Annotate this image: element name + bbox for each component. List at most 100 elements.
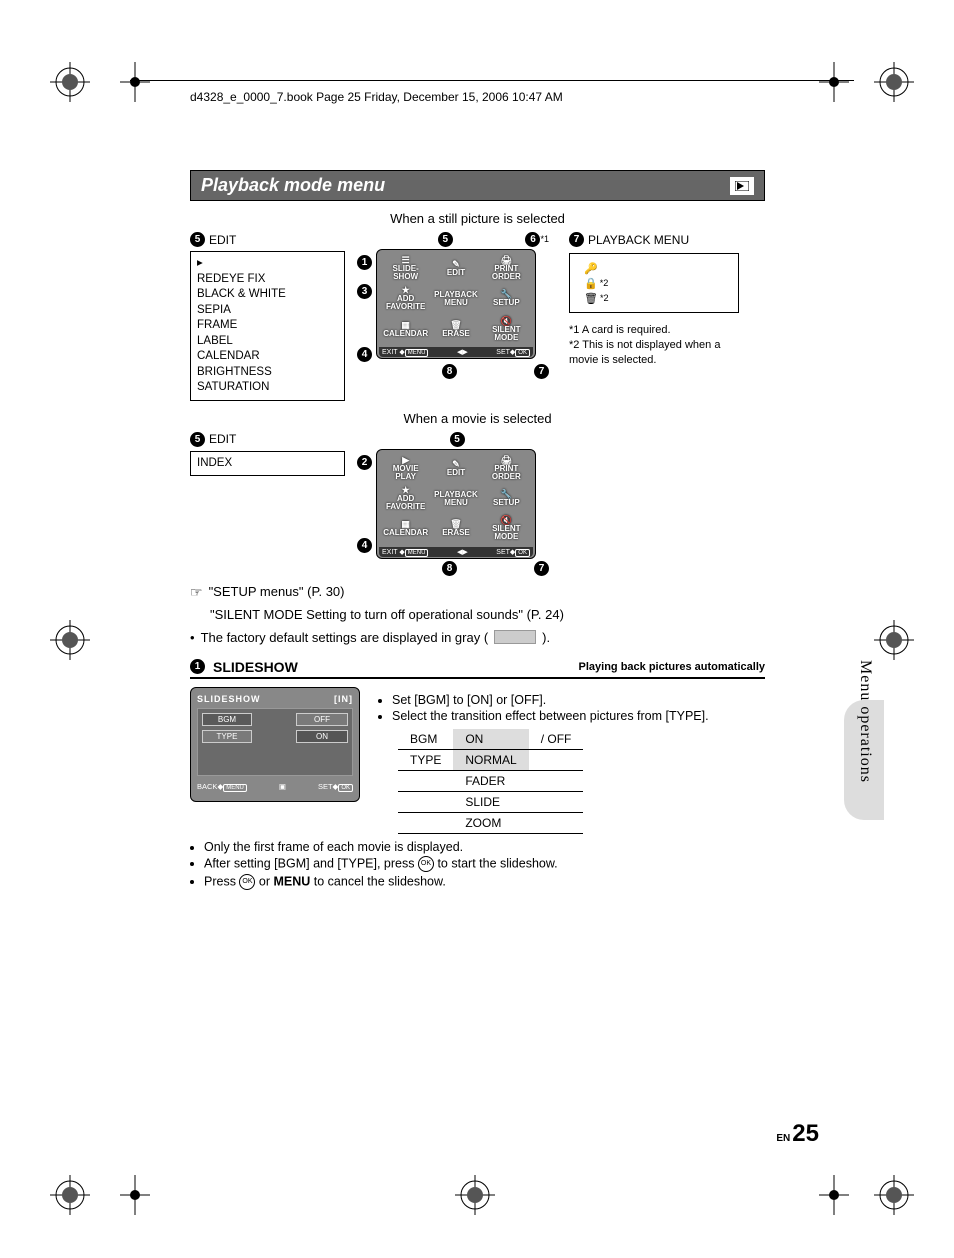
pb-item: 🔒*2 bbox=[584, 277, 738, 290]
ref-line-2: "SILENT MODE Setting to turn off operati… bbox=[210, 607, 765, 622]
callout-5m: 5 bbox=[450, 432, 465, 447]
crop-line-tl bbox=[120, 62, 150, 105]
slideshow-top-bullets: Set [BGM] to [ON] or [OFF]. Select the t… bbox=[374, 693, 765, 723]
lcd-title: SLIDESHOW bbox=[197, 694, 261, 704]
sidebar-label: Menu operations bbox=[856, 660, 874, 783]
section-title-bar: Playback mode menu bbox=[190, 170, 765, 201]
screen-silent: 🔇SILENT MODE bbox=[482, 315, 531, 344]
crop-line-br2 bbox=[819, 1175, 849, 1218]
playback-menu-heading: 7 PLAYBACK MENU bbox=[569, 232, 759, 247]
factory-b: ). bbox=[542, 630, 550, 645]
edit-item: REDEYE FIX bbox=[197, 272, 338, 288]
reg-mark-br bbox=[874, 1175, 914, 1218]
screen-playbackmenu: PLAYBACK MENU bbox=[431, 284, 480, 313]
ref-line-1: ☞ "SETUP menus" (P. 30) bbox=[190, 584, 765, 601]
section-title-text: Playback mode menu bbox=[201, 175, 385, 196]
bullet: Select the transition effect between pic… bbox=[392, 709, 765, 723]
edit-items-box-movie: INDEX bbox=[190, 451, 345, 477]
screen-silent-m: 🔇SILENT MODE bbox=[482, 514, 531, 543]
reg-mark-ml bbox=[50, 620, 90, 663]
edit-label: EDIT bbox=[209, 233, 236, 247]
edit-item: FRAME bbox=[197, 318, 338, 334]
screen-printorder: 🖨PRINT ORDER bbox=[482, 254, 531, 283]
reg-mark-tr bbox=[874, 62, 914, 105]
doc-header: d4328_e_0000_7.book Page 25 Friday, Dece… bbox=[190, 90, 563, 104]
lcd-type: TYPE bbox=[202, 730, 252, 743]
pointer-icon: ☞ bbox=[190, 584, 203, 601]
lcd-off: OFF bbox=[296, 713, 348, 726]
callout-8: 8 bbox=[442, 364, 457, 379]
callout-7: 7 bbox=[534, 364, 549, 379]
callout-row-top: 5 6*1 bbox=[357, 232, 557, 249]
footnotes: *1 A card is required. *2 This is not di… bbox=[569, 323, 759, 368]
callout-8m: 8 bbox=[442, 561, 457, 576]
screen-setup: 🔧SETUP bbox=[482, 284, 531, 313]
section-title: SLIDESHOW bbox=[213, 659, 298, 675]
callout-7-icon: 7 bbox=[569, 232, 584, 247]
callout-2: 2 bbox=[357, 455, 372, 470]
lcd-slideshow: SLIDESHOW [IN] BGM TYPE OFF ON BACK◆MENU… bbox=[190, 687, 360, 802]
callout-5-icon: 5 bbox=[190, 232, 205, 247]
screen-printorder-m: 🖨PRINT ORDER bbox=[482, 454, 531, 483]
reg-mark-bl bbox=[50, 1175, 90, 1218]
callout-4: 4 bbox=[357, 347, 372, 362]
screen-edit-m: ✎EDIT bbox=[431, 454, 480, 483]
bullet: Only the first frame of each movie is di… bbox=[204, 840, 765, 854]
bullet: After setting [BGM] and [TYPE], press OK… bbox=[204, 856, 765, 872]
section-num: 1 bbox=[190, 659, 205, 674]
callout-row-top-movie: 5 bbox=[357, 432, 557, 449]
screen-bottom-bar-m: EXIT ◆MENU ◀▶ SET◆OK bbox=[379, 547, 533, 557]
screen-erase-m: 🗑ERASE bbox=[431, 514, 480, 543]
edit-item: SATURATION bbox=[197, 380, 338, 396]
edit-item: CALENDAR bbox=[197, 349, 338, 365]
screen-slideshow: ☰SLIDE- SHOW bbox=[381, 254, 430, 283]
screen-addfav: ★ADD FAVORITE bbox=[381, 284, 430, 313]
edit-item: LABEL bbox=[197, 334, 338, 350]
edit-item: BRIGHTNESS bbox=[197, 365, 338, 381]
pb-item: 🔑 bbox=[584, 262, 738, 275]
callout-1: 1 bbox=[357, 255, 372, 270]
reg-mark-bc bbox=[455, 1175, 495, 1218]
footnote-1: *1 A card is required. bbox=[569, 323, 759, 338]
pb-item: 🗑*2 bbox=[584, 292, 738, 305]
edit-heading-still: 5 EDIT bbox=[190, 232, 345, 247]
edit-item: INDEX bbox=[197, 456, 338, 472]
gray-swatch bbox=[494, 630, 536, 644]
lcd-on: ON bbox=[296, 730, 348, 743]
caption-movie: When a movie is selected bbox=[190, 411, 765, 426]
playback-menu-label: PLAYBACK MENU bbox=[588, 233, 689, 247]
caption-still: When a still picture is selected bbox=[190, 211, 765, 226]
callout-3: 3 bbox=[357, 284, 372, 299]
lcd-bottom: BACK◆MENU ▣ SET◆OK bbox=[197, 782, 353, 791]
reg-mark-tl bbox=[50, 62, 90, 105]
edit-label-movie: EDIT bbox=[209, 432, 236, 446]
callout-5: 5 bbox=[438, 232, 453, 247]
factory-a: The factory default settings are display… bbox=[201, 630, 489, 645]
menu-screen-still: ☰SLIDE- SHOW ✎EDIT 🖨PRINT ORDER ★ADD FAV… bbox=[376, 249, 536, 359]
edit-heading-movie: 5 EDIT bbox=[190, 432, 345, 447]
callout-5b-icon: 5 bbox=[190, 432, 205, 447]
page-number: EN25 bbox=[776, 1120, 819, 1148]
post-bullets: Only the first frame of each movie is di… bbox=[190, 840, 765, 890]
screen-bottom-bar: EXIT ◆MENU ◀▶ SET◆OK bbox=[379, 347, 533, 357]
crop-line-bl2 bbox=[120, 1175, 150, 1218]
ok-button-icon: OK bbox=[418, 856, 434, 872]
frame-top-line bbox=[130, 80, 854, 81]
page-num: 25 bbox=[792, 1120, 819, 1147]
playback-menu-box: 🔑 🔒*2 🗑*2 bbox=[569, 253, 739, 313]
bullet: Press OK or MENU to cancel the slideshow… bbox=[204, 874, 765, 890]
screen-calendar: ▦CALENDAR bbox=[381, 315, 430, 344]
menu-screen-movie: ▶MOVIE PLAY ✎EDIT 🖨PRINT ORDER ★ADD FAVO… bbox=[376, 449, 536, 559]
callout-7m: 7 bbox=[534, 561, 549, 576]
slideshow-section-bar: 1 SLIDESHOW Playing back pictures automa… bbox=[190, 657, 765, 679]
screen-edit: ✎EDIT bbox=[431, 254, 480, 283]
screen-erase: 🗑ERASE bbox=[431, 315, 480, 344]
reg-mark-mr bbox=[874, 620, 914, 663]
edit-item: BLACK & WHITE bbox=[197, 287, 338, 303]
screen-movieplay: ▶MOVIE PLAY bbox=[381, 454, 430, 483]
lcd-bgm: BGM bbox=[202, 713, 252, 726]
ok-button-icon: OK bbox=[239, 874, 255, 890]
callout-4m: 4 bbox=[357, 538, 372, 553]
screen-calendar-m: ▦CALENDAR bbox=[381, 514, 430, 543]
callout-6-star: *1 bbox=[540, 234, 549, 244]
